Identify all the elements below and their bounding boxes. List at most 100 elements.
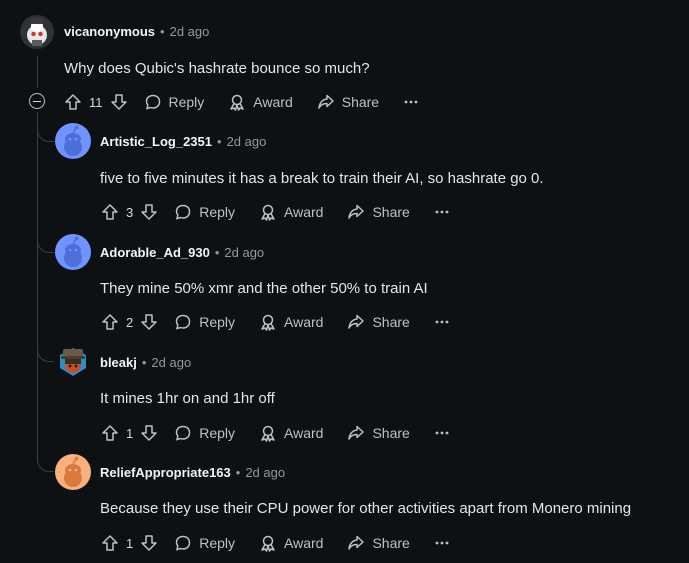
avatar[interactable]	[55, 454, 91, 490]
award-icon	[230, 94, 245, 111]
thread-line-replies	[37, 112, 38, 457]
share-icon	[317, 94, 334, 109]
downvote-button[interactable]	[140, 313, 158, 331]
timestamp: 2d ago	[224, 245, 265, 260]
reply-button[interactable]: Reply	[174, 534, 235, 552]
more-options-button[interactable]	[434, 314, 450, 330]
upvote-button[interactable]	[101, 534, 119, 552]
share-button[interactable]: Share	[347, 203, 410, 221]
more-options-button[interactable]	[403, 94, 419, 110]
upvote-button[interactable]	[101, 203, 119, 221]
award-icon	[261, 535, 275, 552]
downvote-button[interactable]	[140, 534, 158, 552]
vote-count: 2	[126, 314, 134, 330]
downvote-button[interactable]	[140, 424, 158, 442]
comment-meta: vicanonymous • 2d ago	[64, 24, 209, 39]
award-label: Award	[284, 314, 324, 330]
comment-actions: 3 Reply Award Share	[101, 203, 450, 221]
comment-actions: 1 Reply Award Share	[101, 424, 450, 442]
username[interactable]: bleakj	[100, 355, 137, 370]
award-button[interactable]: Award	[259, 424, 323, 442]
upvote-button[interactable]	[101, 424, 119, 442]
timestamp: 2d ago	[151, 355, 192, 370]
award-label: Award	[284, 204, 324, 220]
snoo-avatar-icon	[27, 18, 47, 46]
downvote-button[interactable]	[140, 203, 158, 221]
award-icon	[261, 314, 275, 331]
share-button[interactable]: Share	[347, 424, 410, 442]
comment-actions: 1 Reply Award Share	[101, 534, 450, 552]
reply-button[interactable]: Reply	[174, 313, 235, 331]
reply-label: Reply	[168, 94, 205, 110]
reply-label: Reply	[199, 425, 236, 441]
share-icon	[348, 314, 365, 329]
more-options-button[interactable]	[434, 535, 450, 551]
collapse-thread-button[interactable]	[29, 93, 45, 109]
comment-body: Because they use their CPU power for oth…	[100, 500, 632, 517]
more-options-button[interactable]	[434, 425, 450, 441]
more-options-button[interactable]	[434, 204, 450, 220]
share-label: Share	[372, 535, 410, 551]
separator-dot: •	[214, 245, 220, 260]
reply-button[interactable]: Reply	[174, 424, 235, 442]
award-button[interactable]: Award	[228, 93, 293, 111]
comment-body: It mines 1hr on and 1hr off	[100, 390, 275, 407]
share-label: Share	[372, 204, 410, 220]
thread-elbow	[37, 127, 54, 142]
avatar[interactable]	[55, 234, 91, 270]
snoo-hat-avatar-icon	[60, 348, 86, 376]
username[interactable]: vicanonymous	[64, 24, 155, 39]
vote-count: 11	[89, 94, 103, 110]
vote-count: 3	[126, 204, 134, 220]
downvote-button[interactable]	[110, 93, 128, 111]
vote-count: 1	[126, 535, 134, 551]
snoo-avatar-icon	[64, 125, 82, 156]
upvote-button[interactable]	[101, 313, 119, 331]
avatar[interactable]	[55, 343, 91, 379]
comment-actions: 11 Reply Award Share	[64, 93, 419, 111]
reply-icon	[175, 204, 191, 220]
award-icon	[261, 425, 275, 442]
upvote-icon	[102, 314, 118, 330]
award-label: Award	[284, 425, 324, 441]
username[interactable]: Artistic_Log_2351	[100, 134, 212, 149]
award-icon	[261, 204, 275, 221]
avatar[interactable]	[20, 15, 54, 49]
comment-body: five to five minutes it has a break to t…	[100, 170, 544, 187]
separator-dot: •	[217, 134, 222, 149]
more-icon	[435, 210, 449, 214]
downvote-icon	[141, 314, 157, 330]
snoo-avatar-icon	[64, 236, 82, 267]
username[interactable]: ReliefAppropriate163	[100, 465, 231, 480]
more-icon	[435, 541, 449, 545]
thread-elbow	[37, 347, 54, 362]
downvote-icon	[141, 204, 157, 220]
vote-count: 1	[126, 425, 134, 441]
reply-icon	[145, 94, 160, 110]
share-button[interactable]: Share	[347, 313, 410, 331]
comment-actions: 2 Reply Award Share	[101, 313, 450, 331]
reply-button[interactable]: Reply	[174, 203, 235, 221]
timestamp: 2d ago	[169, 24, 210, 39]
share-button[interactable]: Share	[347, 534, 410, 552]
comment-body: Why does Qubic's hashrate bounce so much…	[64, 60, 370, 77]
award-button[interactable]: Award	[259, 534, 323, 552]
more-icon	[404, 100, 418, 104]
award-button[interactable]: Award	[259, 203, 323, 221]
timestamp: 2d ago	[226, 134, 267, 149]
upvote-icon	[102, 425, 118, 441]
award-button[interactable]: Award	[259, 313, 323, 331]
upvote-button[interactable]	[64, 93, 82, 111]
avatar[interactable]	[55, 123, 91, 159]
reply-label: Reply	[199, 204, 236, 220]
reply-button[interactable]: Reply	[144, 93, 205, 111]
username[interactable]: Adorable_Ad_930	[100, 245, 210, 260]
timestamp: 2d ago	[245, 465, 286, 480]
share-button[interactable]: Share	[317, 93, 379, 111]
downvote-icon	[141, 425, 157, 441]
upvote-icon	[102, 535, 118, 551]
comment-body: They mine 50% xmr and the other 50% to t…	[100, 280, 428, 297]
thread-line-main	[37, 56, 38, 88]
award-label: Award	[284, 535, 324, 551]
more-icon	[435, 431, 449, 435]
